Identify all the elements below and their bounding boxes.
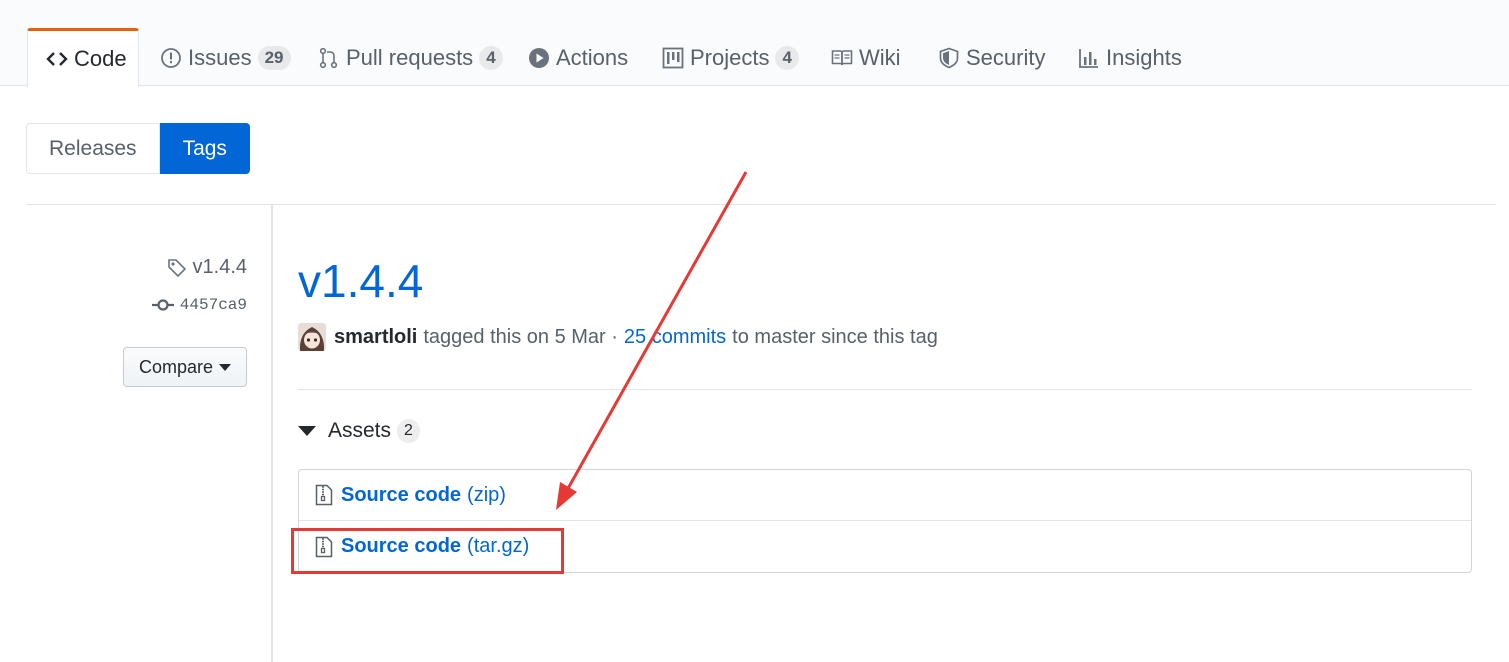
divider xyxy=(26,204,1496,205)
tab-projects[interactable]: Projects 4 xyxy=(662,28,799,87)
triangle-down-icon xyxy=(298,426,316,436)
release-tag[interactable]: v1.4.4 xyxy=(167,256,247,279)
tagged-date: tagged this on 5 Mar · xyxy=(423,325,618,348)
since-tag-text: to master since this tag xyxy=(732,325,938,348)
assets-label: Assets xyxy=(328,419,392,442)
assets-counter: 2 xyxy=(397,419,420,443)
tag-icon xyxy=(167,258,186,277)
tab-code-label: Code xyxy=(74,46,127,71)
compare-button[interactable]: Compare xyxy=(123,347,247,387)
tab-security[interactable]: Security xyxy=(938,28,1045,87)
assets-toggle[interactable]: Assets 2 xyxy=(298,416,420,446)
asset-ext: (zip) xyxy=(467,483,506,506)
caret-down-icon xyxy=(219,363,232,371)
tab-wiki[interactable]: Wiki xyxy=(831,28,901,87)
code-icon xyxy=(46,48,68,70)
tab-pull-requests-label: Pull requests xyxy=(346,44,474,70)
asset-name: Source code xyxy=(341,483,462,506)
tab-projects-label: Projects xyxy=(690,44,770,70)
release-byline: smartloli tagged this on 5 Mar · 25 comm… xyxy=(298,321,938,353)
projects-counter: 4 xyxy=(775,45,799,70)
asset-ext: (tar.gz) xyxy=(467,535,530,557)
project-icon xyxy=(662,47,684,69)
tags-tab[interactable]: Tags xyxy=(159,123,250,174)
git-commit-icon xyxy=(151,299,174,311)
releases-subnav: Releases Tags xyxy=(26,123,250,174)
timeline-divider xyxy=(271,205,273,662)
releases-tab[interactable]: Releases xyxy=(26,123,160,174)
author-link[interactable]: smartloli xyxy=(334,326,417,349)
tab-actions-label: Actions xyxy=(556,44,629,70)
commit-sha: 4457ca9 xyxy=(179,296,247,314)
tab-code[interactable]: Code xyxy=(27,28,139,87)
commits-link[interactable]: 25 commits xyxy=(624,326,726,349)
tab-pull-requests[interactable]: Pull requests 4 xyxy=(318,28,503,87)
shield-icon xyxy=(938,47,960,69)
compare-label: Compare xyxy=(138,356,214,377)
divider xyxy=(298,389,1472,390)
tab-wiki-label: Wiki xyxy=(859,44,901,70)
release-title[interactable]: v1.4.4 xyxy=(298,252,423,310)
tab-insights[interactable]: Insights xyxy=(1078,28,1182,87)
assets-list: Source code (zip) Source code (tar.gz) xyxy=(298,469,1472,573)
git-pull-request-icon xyxy=(318,47,340,69)
file-zip-icon xyxy=(315,484,333,506)
file-zip-icon xyxy=(315,536,333,557)
tab-issues-label: Issues xyxy=(188,44,252,70)
issues-counter: 29 xyxy=(257,45,291,70)
tab-security-label: Security xyxy=(966,44,1046,70)
asset-item[interactable]: Source code (tar.gz) xyxy=(299,521,1471,572)
asset-name: Source code xyxy=(341,535,462,557)
play-icon xyxy=(528,47,550,69)
pull-requests-counter: 4 xyxy=(479,45,503,70)
repo-nav: Code Issues 29 Pull requests 4 Actions P… xyxy=(0,0,1509,87)
asset-item[interactable]: Source code (zip) xyxy=(299,470,1471,521)
tab-insights-label: Insights xyxy=(1106,44,1182,70)
tab-issues[interactable]: Issues 29 xyxy=(160,28,291,87)
avatar[interactable] xyxy=(298,323,326,351)
tab-actions[interactable]: Actions xyxy=(528,28,628,87)
graph-icon xyxy=(1078,47,1100,69)
release-commit[interactable]: 4457ca9 xyxy=(151,296,247,314)
book-icon xyxy=(831,47,853,69)
release-tag-label: v1.4.4 xyxy=(192,256,247,278)
issue-opened-icon xyxy=(160,47,182,69)
